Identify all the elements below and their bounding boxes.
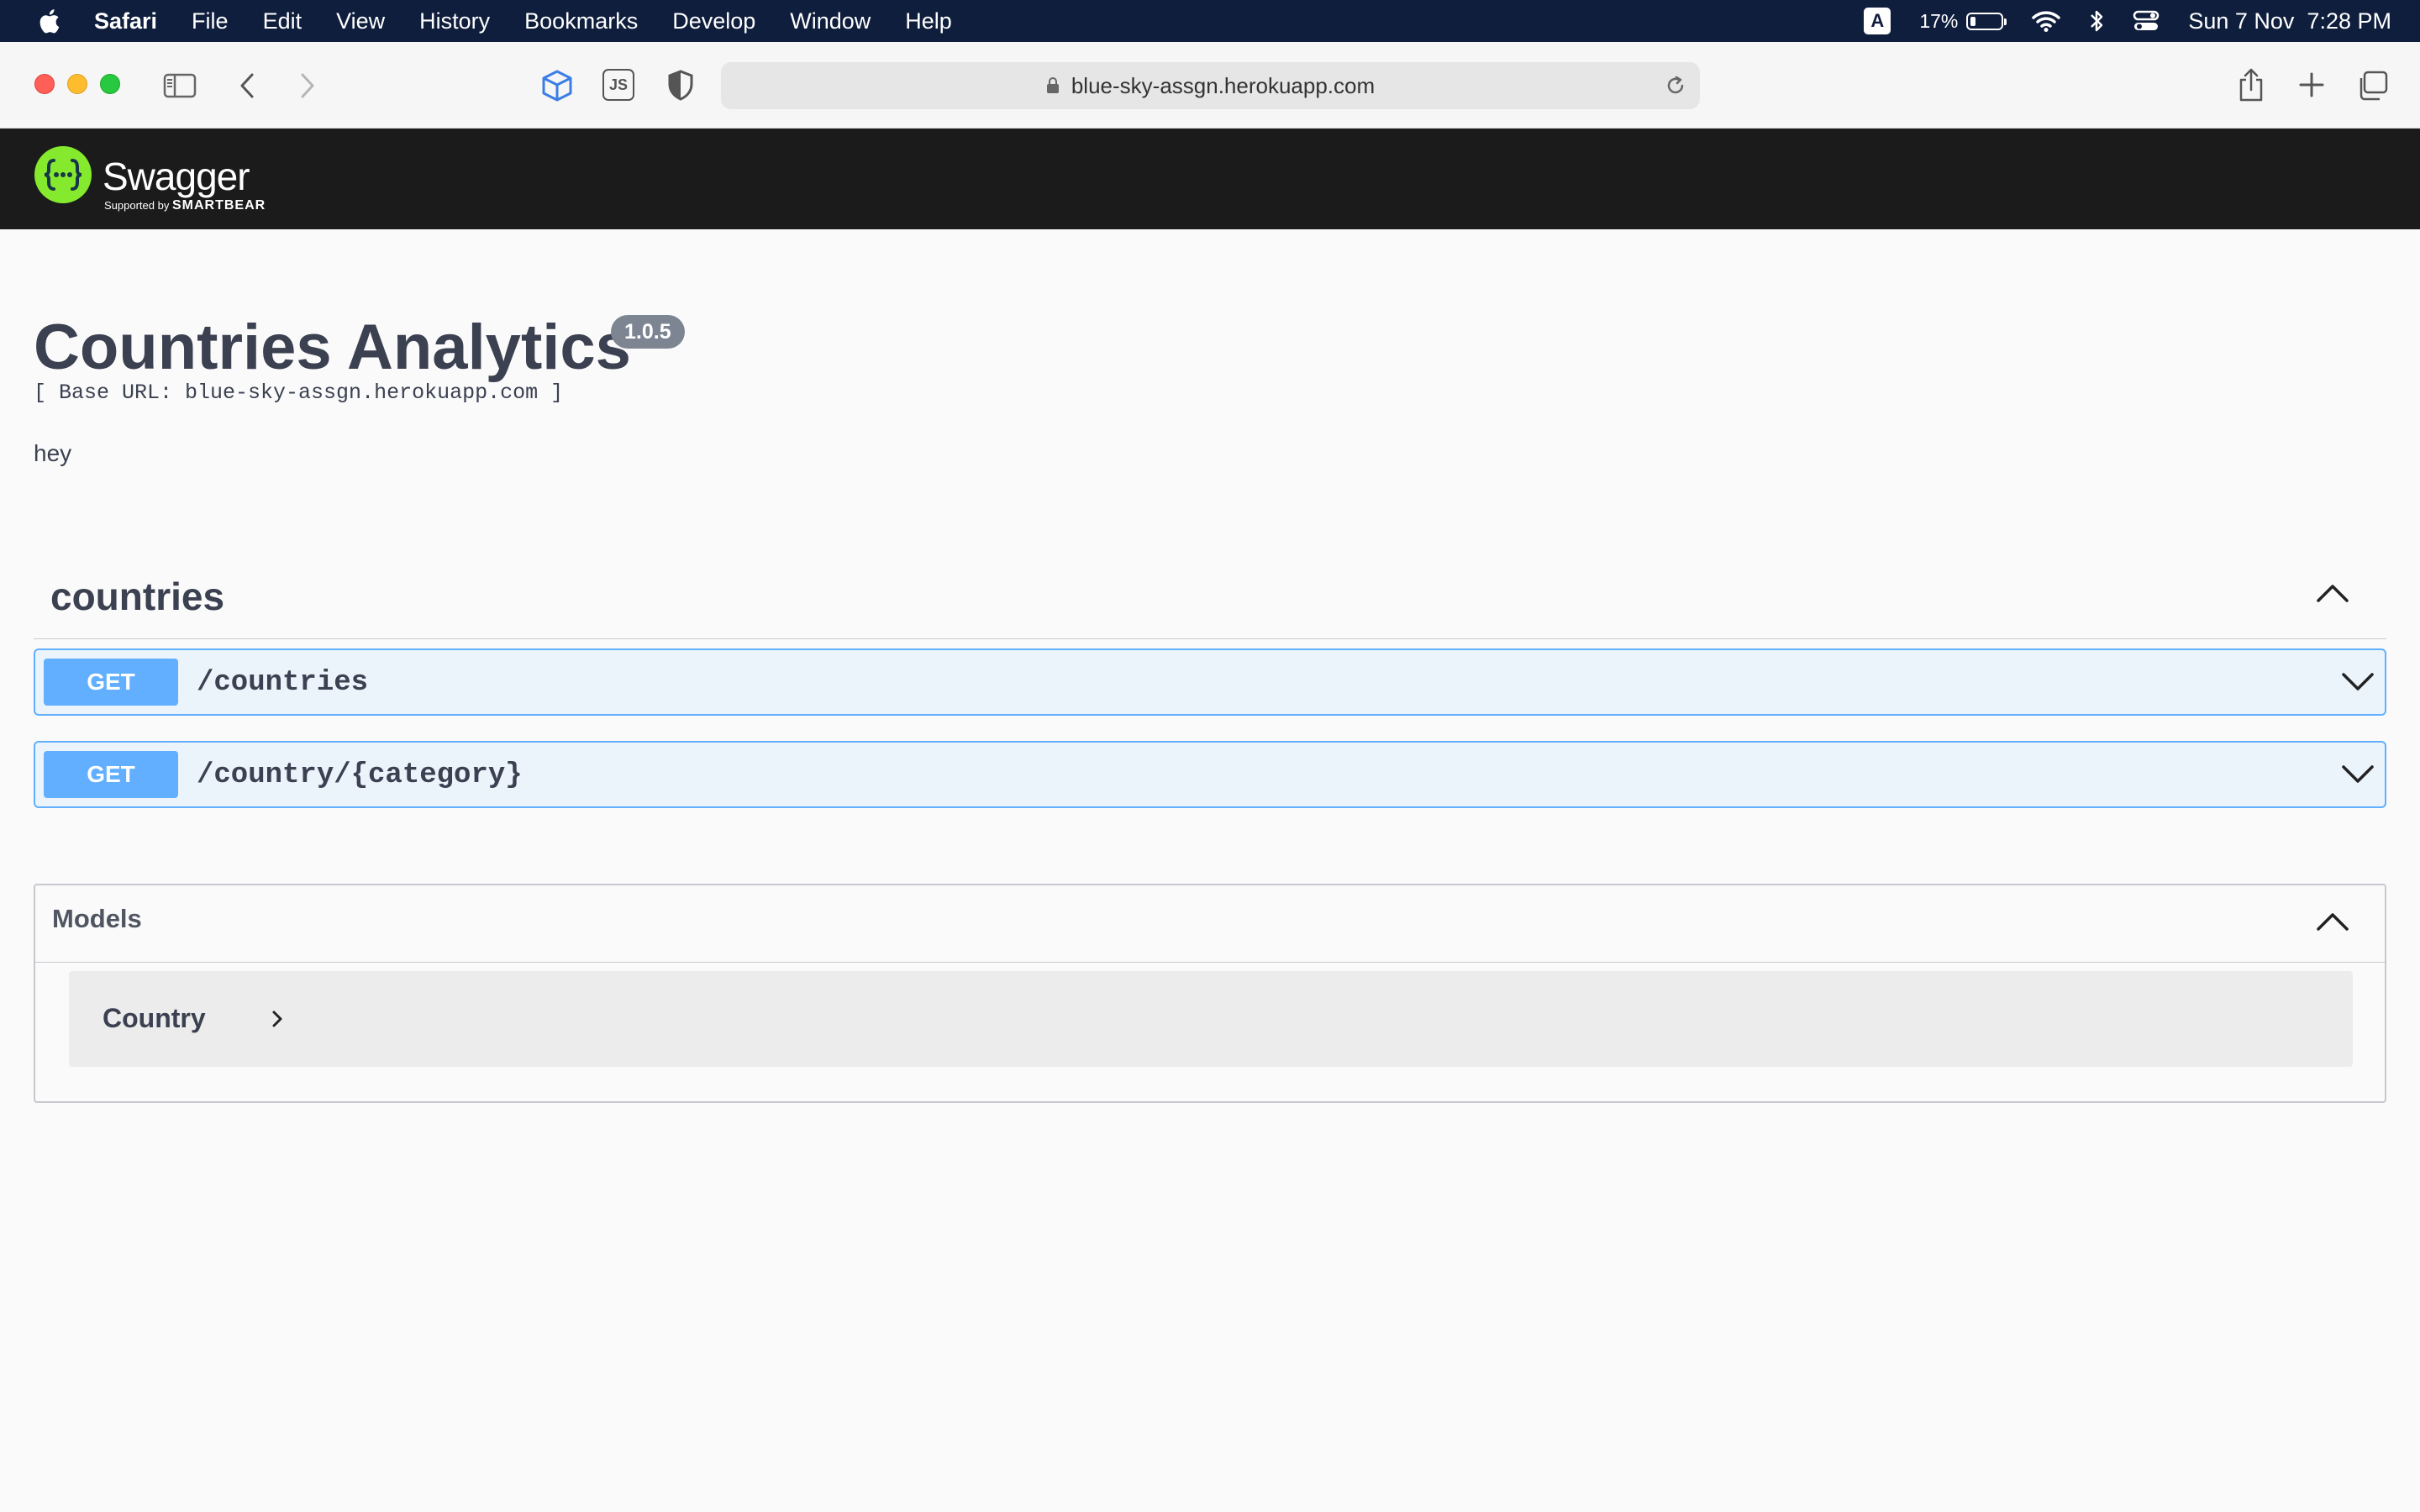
model-name: Country [103, 1003, 206, 1033]
tag-section-countries[interactable]: countries [34, 559, 2386, 639]
menu-bookmarks[interactable]: Bookmarks [524, 8, 638, 34]
control-center-icon[interactable] [2133, 9, 2160, 33]
address-bar[interactable]: blue-sky-assgn.herokuapp.com [721, 62, 1700, 109]
battery-icon [1966, 12, 2007, 30]
smartbear-label: SMARTBEAR [171, 198, 266, 213]
minimize-window-button[interactable] [67, 74, 87, 94]
collapse-chevron-up-icon[interactable] [2316, 582, 2349, 604]
version-badge: 1.0.5 [611, 315, 685, 349]
model-country[interactable]: Country [69, 971, 2353, 1067]
operation-get-country-category[interactable]: GET /country/{category} [34, 741, 2386, 808]
share-icon[interactable] [2237, 67, 2265, 102]
menu-develop[interactable]: Develop [672, 8, 755, 34]
supported-by-label: Supported by [104, 199, 170, 212]
menu-file[interactable]: File [192, 8, 229, 34]
swagger-supported-by: Supported by SMARTBEAR [104, 198, 266, 213]
zoom-window-button[interactable] [100, 74, 120, 94]
menu-edit[interactable]: Edit [263, 8, 302, 34]
status-area: A 17% Sun 7 Nov 7:28 PM [1864, 0, 2420, 42]
wifi-icon[interactable] [2032, 10, 2061, 32]
close-window-button[interactable] [34, 74, 55, 94]
url-text: blue-sky-assgn.herokuapp.com [1071, 72, 1376, 98]
browser-toolbar: JS blue-sky-assgn.herokuapp.com [0, 42, 2420, 129]
base-url: [ Base URL: blue-sky-assgn.herokuapp.com… [34, 381, 564, 405]
collapse-chevron-up-icon[interactable] [2316, 911, 2349, 932]
models-header[interactable]: Models [35, 885, 2385, 963]
tag-title: countries [50, 575, 225, 618]
tab-overview-icon[interactable] [2356, 71, 2388, 101]
models-title: Models [52, 904, 142, 933]
api-description: hey [34, 440, 72, 466]
js-extension-icon[interactable]: JS [602, 69, 634, 101]
models-section: Models Country [34, 884, 2386, 1103]
api-title: Countries Analytics [34, 312, 631, 383]
keyboard-input-icon[interactable]: A [1864, 8, 1891, 34]
operation-path: /country/{category} [197, 759, 523, 791]
menu-bar: Safari File Edit View History Bookmarks … [0, 0, 2420, 42]
expand-chevron-down-icon[interactable] [2341, 670, 2375, 694]
lock-icon [1046, 77, 1059, 93]
battery-percent: 17% [1919, 9, 1959, 32]
expand-arrow-right-icon[interactable] [271, 1009, 284, 1029]
menu-help[interactable]: Help [905, 8, 952, 34]
menu-view[interactable]: View [336, 8, 385, 34]
expand-chevron-down-icon[interactable] [2341, 763, 2375, 786]
menu-app-safari[interactable]: Safari [94, 8, 157, 34]
battery-status[interactable]: 17% [1919, 9, 2007, 33]
privacy-shield-icon[interactable] [666, 69, 695, 101]
operation-get-countries[interactable]: GET /countries [34, 648, 2386, 716]
back-icon[interactable] [239, 72, 255, 99]
method-badge: GET [44, 751, 178, 798]
bluetooth-icon[interactable] [2089, 8, 2104, 34]
method-badge: GET [44, 659, 178, 706]
apple-icon[interactable] [35, 7, 60, 35]
menu-window[interactable]: Window [790, 8, 871, 34]
swagger-logo-text[interactable]: Swagger [103, 154, 250, 199]
forward-icon[interactable] [299, 72, 316, 99]
new-tab-icon[interactable] [2298, 71, 2325, 98]
menu-history[interactable]: History [419, 8, 490, 34]
swagger-logo-icon[interactable] [34, 145, 92, 204]
swagger-topbar: Swagger Supported by SMARTBEAR [0, 129, 2420, 229]
operation-path: /countries [197, 667, 369, 699]
extension-cube-icon[interactable] [540, 69, 574, 102]
clock[interactable]: Sun 7 Nov 7:28 PM [2188, 8, 2391, 34]
reload-icon[interactable] [1665, 75, 1686, 97]
sidebar-toggle-icon[interactable] [163, 73, 197, 98]
